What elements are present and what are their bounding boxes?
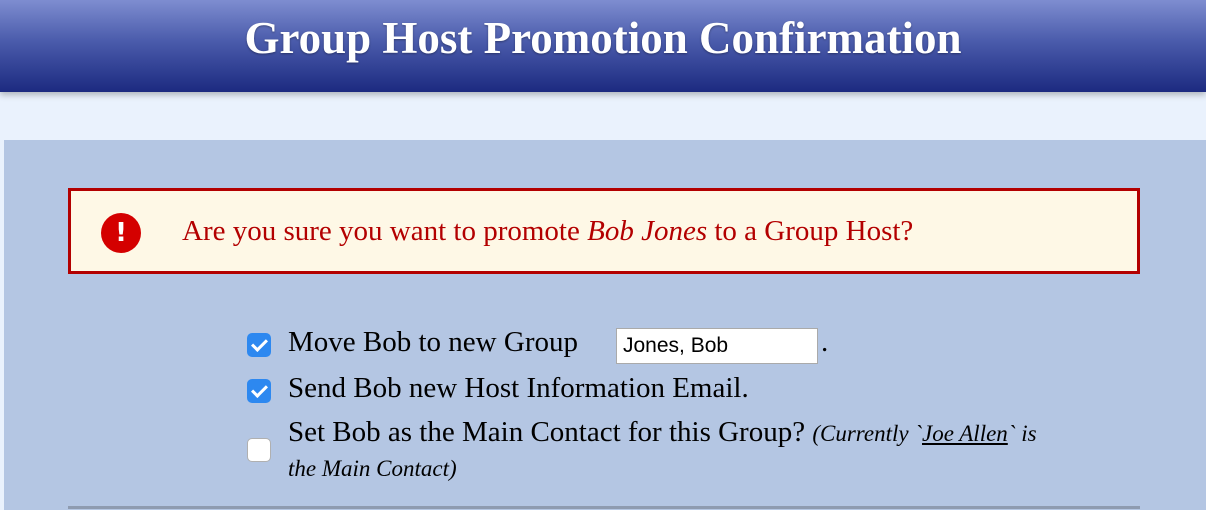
send-email-label: Send Bob new Host Information Email. — [288, 372, 749, 404]
main-contact-checkbox[interactable] — [247, 438, 271, 462]
current-contact-link[interactable]: Joe Allen — [922, 421, 1008, 446]
note-suffix: ` is — [1007, 421, 1037, 446]
move-group-period: . — [821, 326, 829, 358]
group-name-input[interactable] — [616, 328, 818, 364]
confirmation-alert: ! Are you sure you want to promote Bob J… — [68, 188, 1140, 274]
page-header: Group Host Promotion Confirmation — [0, 0, 1206, 92]
divider — [68, 506, 1140, 509]
alert-text-before: Are you sure you want to promote — [182, 215, 588, 247]
main-contact-note-line2: the Main Contact) — [288, 456, 457, 481]
main-contact-note: (Currently `Joe Allen` is — [812, 421, 1036, 446]
send-email-checkbox[interactable] — [247, 379, 271, 403]
page-title: Group Host Promotion Confirmation — [244, 13, 962, 63]
member-name: Bob Jones — [587, 215, 708, 247]
confirmation-panel: ! Are you sure you want to promote Bob J… — [4, 140, 1206, 510]
exclamation-icon: ! — [101, 213, 141, 253]
main-contact-label: Set Bob as the Main Contact for this Gro… — [288, 416, 1037, 449]
move-group-label: Move Bob to new Group — [288, 326, 578, 358]
note-prefix: (Currently ` — [812, 421, 922, 446]
main-contact-text: Set Bob as the Main Contact for this Gro… — [288, 416, 806, 448]
alert-message: Are you sure you want to promote Bob Jon… — [182, 215, 913, 248]
move-group-checkbox[interactable] — [247, 333, 271, 357]
alert-text-after: to a Group Host? — [707, 215, 914, 247]
